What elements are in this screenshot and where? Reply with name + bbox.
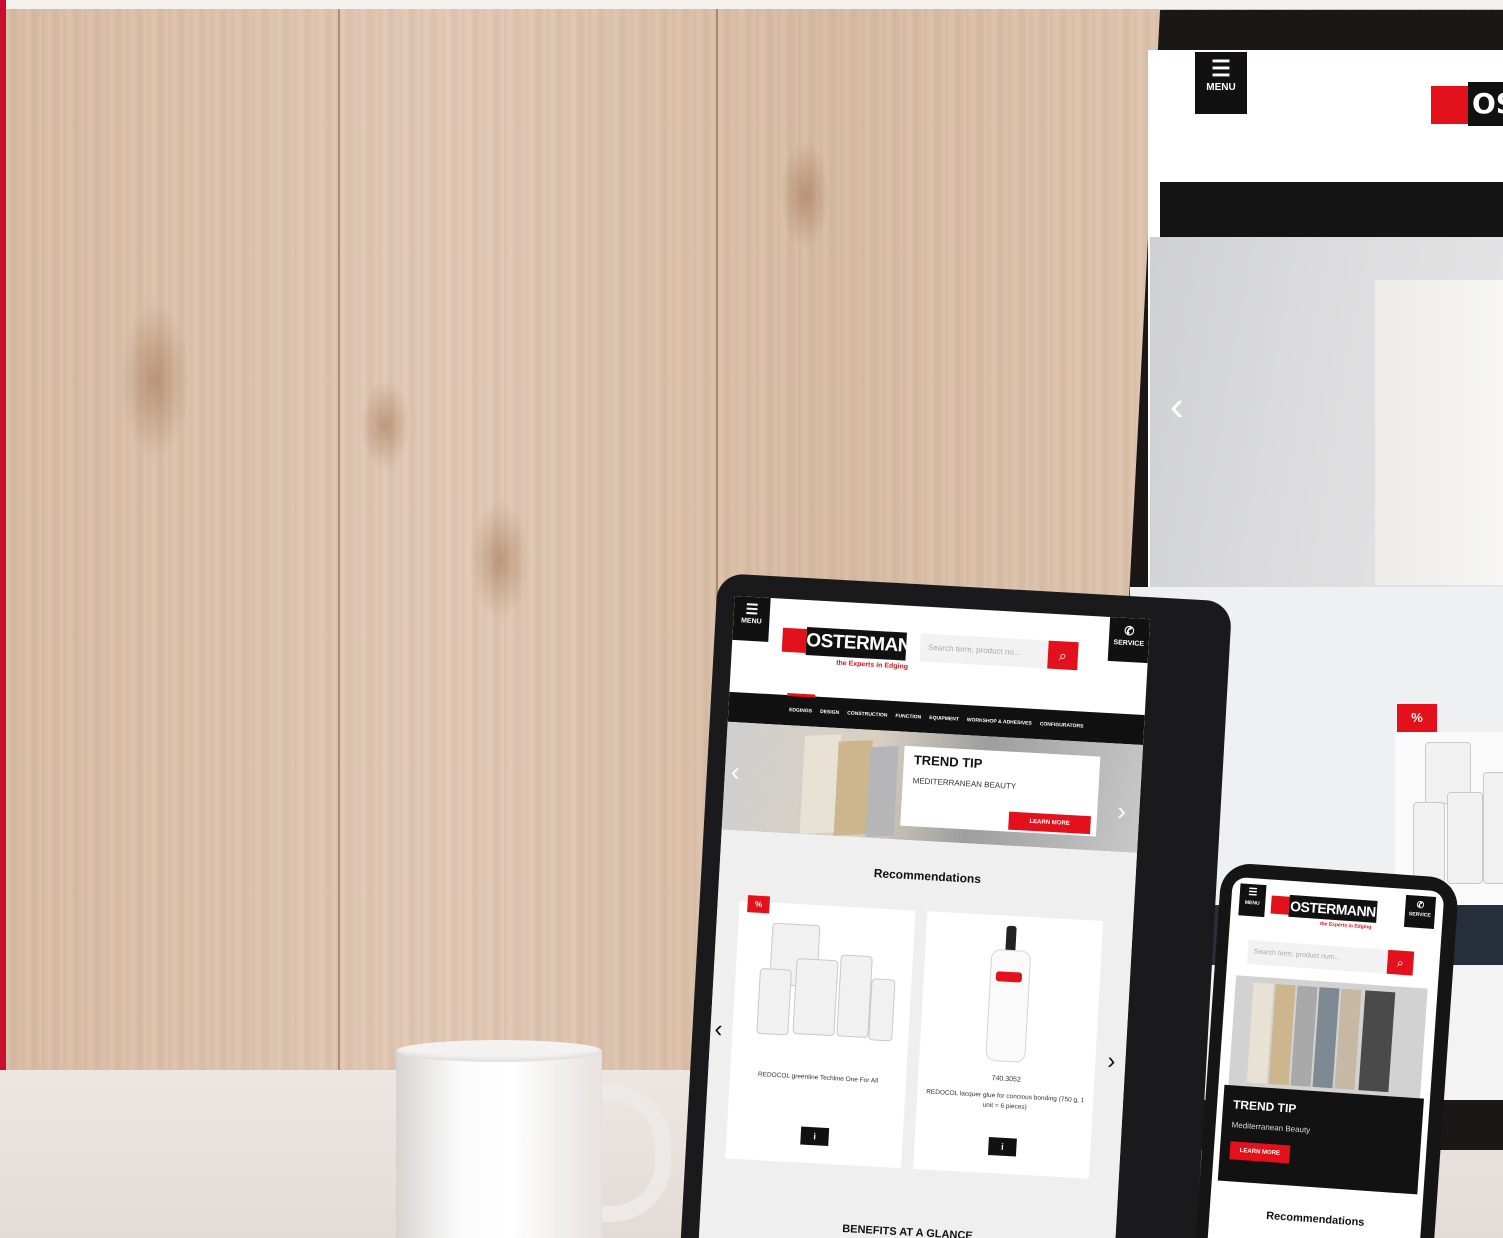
chevron-right-icon[interactable]: › [1107,1048,1116,1076]
phone-service-label: SERVICE [1408,911,1431,919]
nav-item-function[interactable]: FUNCTION [895,713,921,720]
chevron-right-icon[interactable]: › [1116,796,1127,827]
hamburger-icon: ☰ [1211,56,1231,81]
wood-knot [780,140,830,250]
nav-item-workshop-adhesives[interactable]: WORKSHOP & ADHESIVES [967,717,1032,727]
nav-item-configurators[interactable]: CONFIGURATORS [1040,721,1084,729]
mug-rim [396,1040,602,1062]
search-icon[interactable]: ⌕ [1386,949,1415,976]
product-number: 740.3052 [991,1075,1021,1084]
glue-bottle [985,948,1032,1063]
product-card[interactable]: 740.3052 REDOCOL lacquer glue for concio… [913,911,1104,1179]
product-card[interactable]: REDOCOL greenline Techline One For All i [725,900,916,1169]
desktop-hero-board [1375,280,1503,585]
top-border [0,0,1503,9]
discount-badge: % [747,895,771,914]
hamburger-icon: ☰ [1248,886,1258,899]
phone-device: ☰ MENU ✆ SERVICE OSTERMANN the Experts i… [1192,862,1460,1238]
wood-knot [470,500,530,620]
coffee-mug [396,1048,602,1238]
search-icon[interactable]: ⌕ [1047,640,1079,671]
desktop-logo[interactable]: OS [1468,82,1503,126]
product-jug [792,957,839,1037]
phone-menu-button[interactable]: ☰ MENU [1238,883,1267,918]
logo-mark [1431,86,1471,124]
nav-item-edgings[interactable]: EDGINGS [789,707,812,714]
product-jug [868,978,896,1042]
bottle-label [995,971,1023,983]
tablet-service-button[interactable]: ✆ SERVICE [1107,616,1151,664]
tablet-logo[interactable]: OSTERMANN [805,627,925,661]
plank-seam [338,0,340,1238]
logo-mark [781,627,808,654]
tablet-screen: ☰ MENU ✆ SERVICE OSTERMANN the Experts i… [698,595,1151,1238]
wood-knot [360,380,410,470]
nav-item-equipment[interactable]: EQUIPMENT [929,715,959,723]
nav-item-construction[interactable]: CONSTRUCTION [847,710,888,718]
tablet-device: ☰ MENU ✆ SERVICE OSTERMANN the Experts i… [679,573,1233,1238]
phone-logo[interactable]: OSTERMANN [1288,894,1378,923]
desktop-menu-button[interactable]: ☰ MENU [1195,52,1247,114]
phone-menu-label: MENU [1244,899,1260,907]
chevron-left-icon[interactable]: ‹ [714,1016,723,1044]
info-icon[interactable]: i [987,1137,1017,1157]
tablet-menu-button[interactable]: ☰ MENU [732,595,771,642]
chevron-left-icon[interactable]: ‹ [1170,382,1184,430]
phone-screen: ☰ MENU ✆ SERVICE OSTERMANN the Experts i… [1205,876,1445,1238]
photo-scene: ☰ MENU OS ‹ % ☰ MENU ✆ SERVICE OSTERMANN… [0,0,1503,1238]
logo-tagline: the Experts in Edging [835,659,909,671]
info-icon[interactable]: i [800,1126,830,1147]
product-jug [756,967,792,1036]
bottle-nozzle [1005,925,1017,953]
phone-icon: ✆ [1123,623,1135,639]
product-jug [1447,792,1483,884]
desktop-menu-label: MENU [1206,82,1236,93]
tablet-menu-label: MENU [740,617,762,626]
desktop-navbar [1160,182,1503,237]
tablet-search-input[interactable]: Search term, product no... [919,633,1049,669]
phone-service-button[interactable]: ✆ SERVICE [1403,894,1437,929]
product-name: REDOCOL lacquer glue for concious bondin… [925,1088,1085,1112]
product-jug [1483,772,1503,884]
hamburger-icon: ☰ [745,600,759,618]
discount-badge: % [1397,704,1437,732]
tablet-service-label: SERVICE [1113,639,1145,648]
product-name: REDOCOL greenline Techline One For All [757,1071,879,1085]
product-jug [836,954,873,1039]
phone-search-input[interactable]: Search term, product num... [1246,940,1389,974]
wood-knot [120,300,190,460]
hero-board [865,745,899,838]
logo-tagline: the Experts in Edging [1319,920,1372,931]
nav-item-design[interactable]: DESIGN [820,709,839,716]
recommendations-title: Recommendations [1265,1209,1365,1229]
chevron-left-icon[interactable]: ‹ [730,756,740,787]
logo-mark [1270,895,1290,915]
left-border [0,0,6,1238]
product-jug [1413,802,1445,884]
